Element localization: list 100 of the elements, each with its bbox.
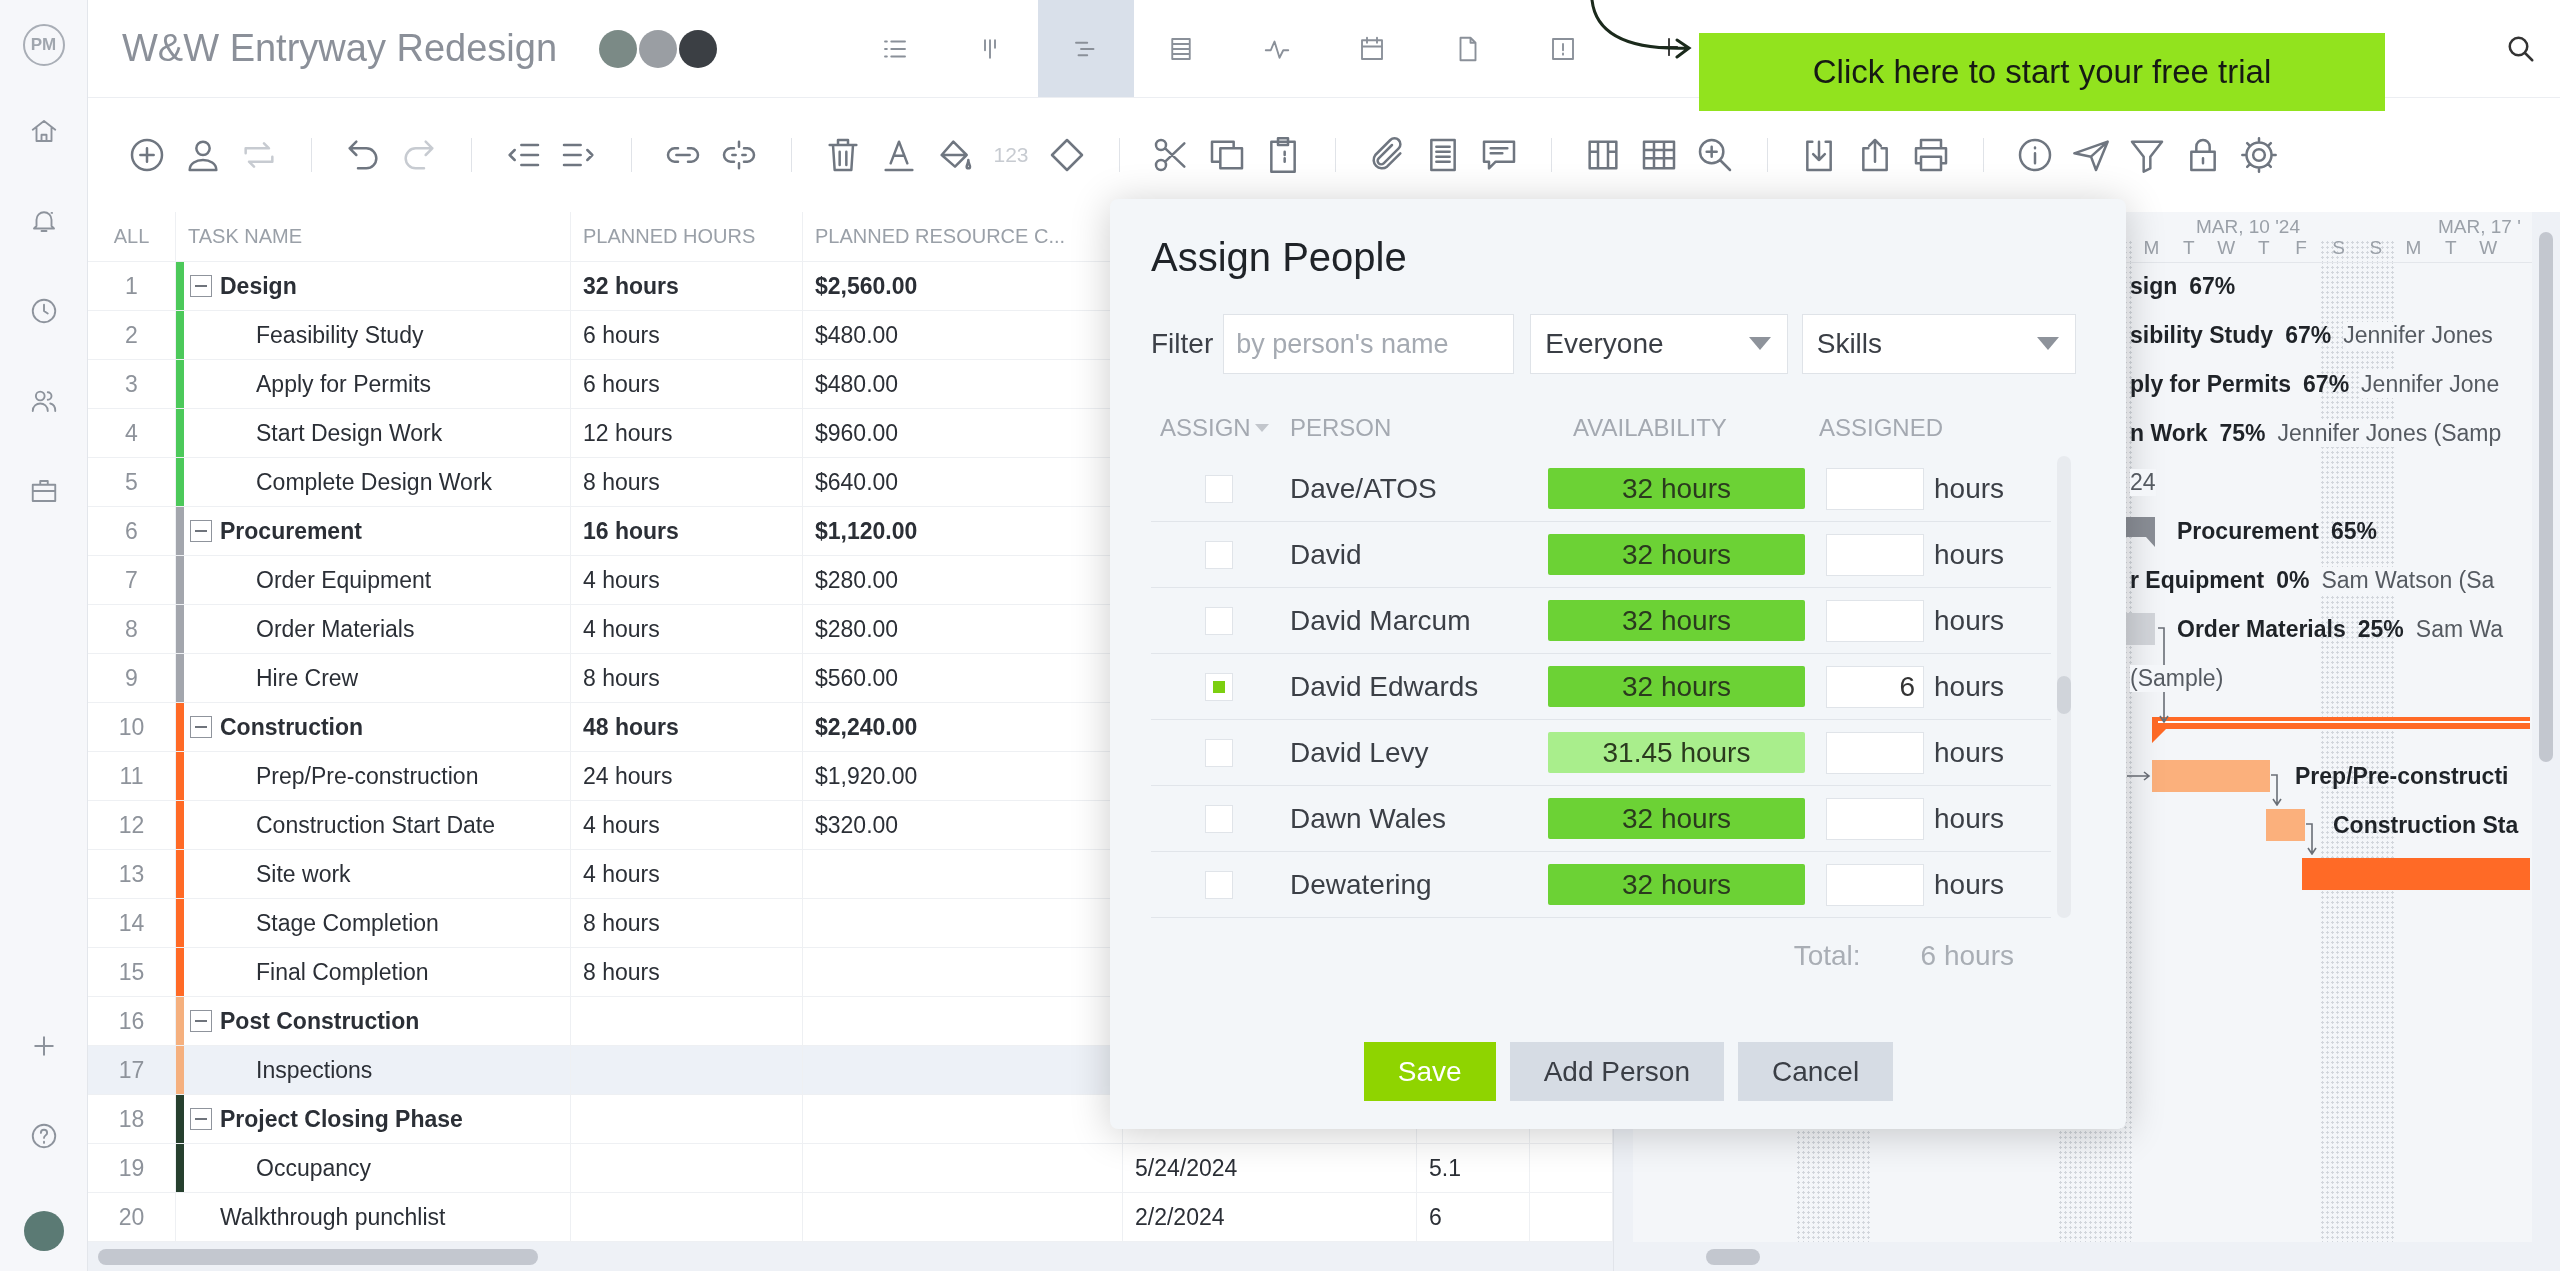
task-name: Procurement <box>220 517 362 545</box>
table-cell: $280.00 <box>815 566 899 594</box>
task-name: Order Equipment <box>256 566 432 594</box>
collapse-toggle[interactable] <box>190 275 212 297</box>
task-name: Apply for Permits <box>256 370 432 398</box>
gantt-task-label: Construction Sta <box>2333 812 2519 839</box>
task-name: Final Completion <box>256 958 429 986</box>
summary-bar[interactable] <box>2152 717 2530 743</box>
collapse-toggle[interactable] <box>190 1108 212 1130</box>
assigned-hours-field[interactable] <box>1826 731 1924 774</box>
row-number: 15 <box>118 958 145 986</box>
row-number: 2 <box>125 321 138 349</box>
assignee-label: Jennifer Jone <box>2361 371 2500 398</box>
hours-unit: hours <box>1933 868 2006 901</box>
table-cell: 4 hours <box>583 860 660 888</box>
scrollbar-thumb[interactable] <box>2057 676 2071 714</box>
assigned-hours-field[interactable] <box>1826 797 1924 840</box>
assigned-hours-field[interactable] <box>1826 467 1924 510</box>
table-cell: 6 hours <box>583 321 660 349</box>
row-number: 8 <box>125 615 138 643</box>
task-name: Construction <box>220 713 364 741</box>
row-number: 6 <box>125 517 138 545</box>
dependency-arrow <box>2127 769 2151 783</box>
availability-bar: 31.45 hours <box>1548 732 1805 773</box>
assign-checkbox[interactable] <box>1205 804 1233 833</box>
assign-checkbox[interactable] <box>1205 870 1233 899</box>
assign-checkbox[interactable] <box>1205 738 1233 767</box>
task-name: Project Closing Phase <box>220 1105 463 1133</box>
task-name: Complete Design Work <box>256 468 493 496</box>
table-cell: 32 hours <box>583 272 679 300</box>
gantt-task-label: sign <box>2130 273 2178 300</box>
availability-bar: 32 hours <box>1548 666 1805 707</box>
assignee-label: Jennifer Jones <box>2343 322 2493 349</box>
person-search-field[interactable]: by person's name <box>1223 314 1515 374</box>
percent-complete: 65% <box>2330 518 2377 545</box>
person-name: Dawn Wales <box>1290 802 1448 835</box>
assignee-label: 24 <box>2130 469 2156 496</box>
task-name: Start Design Work <box>256 419 443 447</box>
assigned-hours-field[interactable]: 6 <box>1826 665 1924 708</box>
dialog-button[interactable]: Cancel <box>1738 1042 1894 1101</box>
hours-unit: hours <box>1933 472 2006 505</box>
hours-unit: hours <box>1933 538 2006 571</box>
table-cell: 48 hours <box>583 713 679 741</box>
assign-checkbox[interactable] <box>1205 672 1233 701</box>
percent-complete: 67% <box>2189 273 2236 300</box>
settings-icon[interactable] <box>2239 135 2279 175</box>
table-cell: $560.00 <box>815 664 899 692</box>
row-number: 3 <box>125 370 138 398</box>
table-cell: 24 hours <box>583 762 673 790</box>
task-name: Occupancy <box>256 1154 372 1182</box>
row-number: 13 <box>118 860 145 888</box>
table-cell: $280.00 <box>815 615 899 643</box>
row-number: 17 <box>118 1056 145 1084</box>
week-label: MAR, 17 ' <box>2438 216 2521 238</box>
table-cell: 5/24/2024 <box>1135 1154 1238 1182</box>
caret-icon <box>2037 337 2059 351</box>
day-label: W <box>2478 237 2499 259</box>
assigned-hours-field[interactable] <box>1826 863 1924 906</box>
member-avatar[interactable] <box>679 29 717 68</box>
free-trial-banner[interactable]: Click here to start your free trial <box>1699 33 2385 111</box>
percent-complete: 25% <box>2357 616 2404 643</box>
scrollbar-thumb[interactable] <box>98 1248 538 1265</box>
task-row[interactable]: 19 Occupancy 5/24/2024 5.1 <box>88 1144 1613 1193</box>
task-name: Prep/Pre-construction <box>256 762 479 790</box>
dialog-button[interactable]: Add Person <box>1509 1042 1724 1101</box>
assigned-hours-field[interactable] <box>1826 533 1924 576</box>
assign-checkbox[interactable] <box>1205 474 1233 503</box>
total-hours: 6 hours <box>1920 940 2014 972</box>
row-number: 5 <box>125 468 138 496</box>
table-cell: 4 hours <box>583 811 660 839</box>
percent-complete: 67% <box>2303 371 2350 398</box>
project-title: W&W Entryway Redesign <box>122 27 557 70</box>
task-name: Feasibility Study <box>256 321 424 349</box>
day-label: S <box>2368 237 2384 259</box>
assign-checkbox[interactable] <box>1205 540 1233 569</box>
group-dropdown[interactable]: Everyone <box>1530 314 1788 374</box>
row-number: 10 <box>118 713 145 741</box>
hours-unit: hours <box>1933 670 2006 703</box>
percent-complete: 0% <box>2276 567 2310 594</box>
gantt-task-label: Prep/Pre-constructi <box>2295 763 2509 790</box>
table-cell: 8 hours <box>583 909 660 937</box>
hours-unit: hours <box>1933 736 2006 769</box>
task-name: Construction Start Date <box>256 811 496 839</box>
assign-checkbox[interactable] <box>1205 606 1233 635</box>
day-label: S <box>2331 237 2346 259</box>
assigned-hours-field[interactable] <box>1826 599 1924 642</box>
collapse-toggle[interactable] <box>190 1010 212 1032</box>
collapse-toggle[interactable] <box>190 716 212 738</box>
table-cell: 2/2/2024 <box>1135 1203 1225 1231</box>
availability-bar: 32 hours <box>1548 864 1805 905</box>
gantt-task-label: r Equipment <box>2130 567 2265 594</box>
scrollbar-thumb[interactable] <box>1706 1248 1760 1265</box>
assignee-label: Sam Watson (Sa <box>2321 567 2495 594</box>
day-label: T <box>2443 237 2458 259</box>
row-number: 7 <box>125 566 138 594</box>
availability-bar: 32 hours <box>1548 534 1805 575</box>
collapse-toggle[interactable] <box>190 520 212 542</box>
user-avatar[interactable] <box>23 1211 64 1251</box>
skills-dropdown[interactable]: Skills <box>1801 314 2076 374</box>
scrollbar-thumb[interactable] <box>2539 232 2553 762</box>
